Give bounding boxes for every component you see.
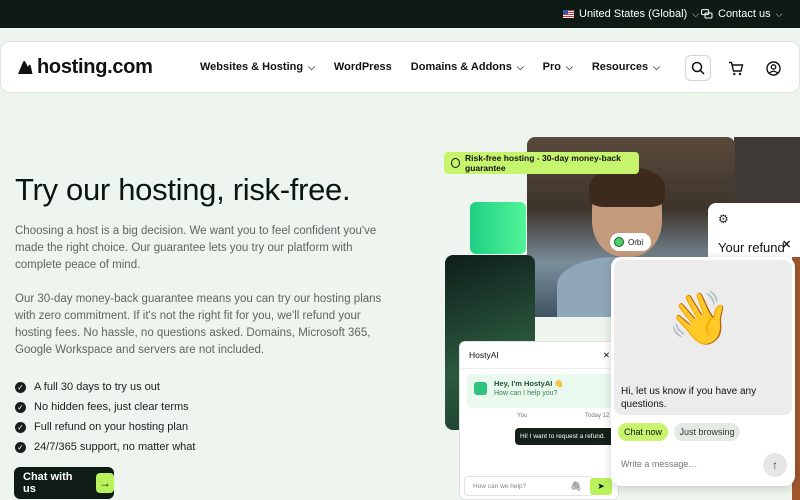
- sender-label: You: [517, 413, 528, 419]
- chevron-down-icon: ⌵: [775, 8, 783, 19]
- chat-bubbles-icon: [701, 8, 713, 18]
- smiley-icon: [451, 158, 460, 168]
- account-button[interactable]: [760, 55, 786, 81]
- cart-button[interactable]: [723, 55, 749, 81]
- send-message-button[interactable]: ↑: [763, 453, 787, 477]
- benefits-list: ✓ A full 30 days to try us out ✓ No hidden…: [15, 377, 195, 457]
- send-icon: ➤: [590, 478, 612, 495]
- benefit-text: Full refund on your hosting plan: [34, 421, 189, 433]
- nav-item-label: Resources: [591, 61, 649, 73]
- benefit-text: 24/7/365 support, no matter what: [34, 441, 196, 453]
- chat-with-us-button[interactable]: Chat with us →: [14, 467, 114, 499]
- waving-hand-icon: 👋: [667, 290, 732, 348]
- search-button[interactable]: [685, 55, 711, 81]
- benefit-text: A full 30 days to try us out: [34, 381, 160, 393]
- cta-label: Chat with us: [23, 471, 73, 495]
- contact-us-link[interactable]: Contact us ⌵: [701, 8, 782, 20]
- chat-message-input[interactable]: Write a message…: [621, 459, 697, 469]
- orbi-avatar-icon: [614, 237, 624, 247]
- orbi-tag: Orbi: [610, 233, 651, 251]
- close-chat-button[interactable]: ✕: [782, 238, 791, 251]
- close-icon: ✕: [782, 239, 792, 251]
- paperclip-icon: 🖇: [570, 481, 582, 491]
- chat-widget: 👋 Hi, let us know if you have any questi…: [611, 257, 795, 486]
- us-flag-icon: [563, 10, 574, 18]
- hostyai-header: HostyAI ✕: [460, 342, 618, 369]
- hostyai-greeting: Hey, I'm HostyAI 👋 How can I help you?: [467, 374, 617, 408]
- decorative-green-block: [470, 202, 526, 254]
- nav-item-label: Websites & Hosting: [200, 61, 304, 73]
- nav-item-label: WordPress: [333, 61, 392, 73]
- region-label: United States (Global): [579, 8, 688, 20]
- nav-item-websites-hosting[interactable]: Websites & Hosting ⌵: [200, 61, 315, 73]
- gear-icon: ⚙: [718, 212, 729, 226]
- page-title: Try our hosting, risk-free.: [15, 172, 351, 207]
- top-bar: United States (Global) ⌵ Contact us ⌵: [0, 0, 800, 28]
- orbi-label: Orbi: [628, 237, 644, 247]
- refund-card-text: Your refund: [718, 240, 785, 255]
- region-selector[interactable]: United States (Global) ⌵: [563, 8, 699, 20]
- check-icon: ✓: [15, 381, 26, 393]
- hosting-logo[interactable]: hosting.com: [16, 56, 153, 79]
- main-navigation: hosting.com Websites & Hosting ⌵ WordPres…: [0, 41, 800, 93]
- list-item: ✓ A full 30 days to try us out: [15, 377, 195, 397]
- badge-text: Risk-free hosting - 30-day money-back gu…: [465, 153, 621, 173]
- nav-menu: Websites & Hosting ⌵ WordPress Domains & …: [200, 61, 679, 73]
- just-browsing-button[interactable]: Just browsing: [674, 423, 740, 441]
- check-icon: ✓: [15, 401, 26, 413]
- chat-widget-message: Hi, let us know if you have any question…: [621, 386, 757, 410]
- nav-item-label: Pro: [542, 61, 562, 73]
- guarantee-badge: Risk-free hosting - 30-day money-back gu…: [444, 152, 639, 174]
- list-item: ✓ Full refund on your hosting plan: [15, 417, 195, 437]
- close-icon: ✕: [602, 349, 610, 360]
- list-item: ✓ 24/7/365 support, no matter what: [15, 437, 195, 457]
- chevron-down-icon: ⌵: [516, 61, 524, 72]
- bot-icon: [474, 382, 487, 395]
- check-icon: ✓: [15, 441, 26, 453]
- nav-item-domains-addons[interactable]: Domains & Addons ⌵: [411, 61, 524, 73]
- nav-item-label: Domains & Addons: [410, 61, 512, 73]
- arrow-right-icon: →: [95, 473, 114, 493]
- timestamp: Today 12: [585, 413, 610, 419]
- benefit-text: No hidden fees, just clear terms: [34, 401, 189, 413]
- hostyai-title: HostyAI: [469, 350, 499, 360]
- chat-widget-panel: 👋 Hi, let us know if you have any questi…: [614, 260, 792, 415]
- chat-now-button[interactable]: Chat now: [618, 423, 668, 441]
- nav-item-wordpress[interactable]: WordPress: [334, 61, 392, 73]
- greeting-subtitle: How can I help you?: [494, 390, 558, 397]
- search-icon: [691, 61, 705, 75]
- arrow-up-icon: ↑: [772, 458, 778, 472]
- nav-item-pro[interactable]: Pro ⌵: [543, 61, 573, 73]
- list-item: ✓ No hidden fees, just clear terms: [15, 397, 195, 417]
- greeting-title: Hey, I'm HostyAI 👋: [494, 379, 564, 388]
- chevron-down-icon: ⌵: [308, 61, 315, 72]
- nav-item-resources[interactable]: Resources ⌵: [592, 61, 660, 73]
- hostyai-chat-mockup: HostyAI ✕ Hey, I'm HostyAI 👋 How can I h…: [459, 341, 619, 500]
- check-icon: ✓: [15, 421, 26, 433]
- user-message: Hi! I want to request a refund.: [515, 428, 615, 445]
- account-icon: [765, 60, 781, 76]
- logo-mark-icon: [18, 60, 33, 74]
- guarantee-paragraph: Our 30-day money-back guarantee means yo…: [15, 293, 382, 356]
- cart-icon: [729, 61, 744, 75]
- contact-us-label: Contact us: [718, 8, 771, 20]
- chevron-down-icon: ⌵: [653, 61, 660, 72]
- chevron-down-icon: ⌵: [692, 8, 700, 19]
- logo-text: hosting.com: [37, 56, 153, 78]
- intro-paragraph: Choosing a host is a big decision. We wa…: [15, 225, 377, 271]
- chevron-down-icon: ⌵: [566, 61, 573, 72]
